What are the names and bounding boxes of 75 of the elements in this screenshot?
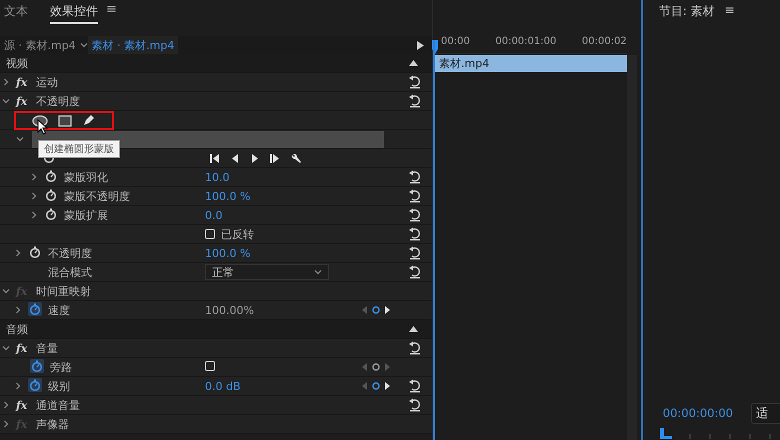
property-name: 蒙版羽化 (64, 170, 108, 184)
rectangle-mask-icon[interactable] (58, 114, 72, 126)
panel-menu-icon[interactable]: ≡ (106, 0, 117, 17)
fx-badge[interactable]: fx (16, 342, 30, 354)
keyframe-dot-icon[interactable] (372, 382, 380, 390)
track-backward-icon[interactable] (210, 154, 221, 162)
play-icon[interactable] (417, 40, 424, 50)
reset-icon[interactable] (408, 265, 422, 279)
reset-icon[interactable] (408, 398, 422, 412)
effect-name: 时间重映射 (36, 284, 91, 298)
reset-icon[interactable] (408, 94, 422, 108)
time-label: 00:00:02 (582, 36, 627, 49)
clip-bar[interactable]: 素材.mp4 (435, 55, 627, 72)
collapse-icon[interactable] (409, 326, 418, 332)
reset-icon[interactable] (408, 208, 422, 222)
clip-tab[interactable]: 素材 · 素材.mp4 (88, 36, 178, 54)
next-keyframe-icon[interactable] (385, 306, 390, 314)
reset-icon[interactable] (408, 341, 422, 355)
checkbox[interactable] (205, 360, 215, 370)
next-keyframe-icon[interactable] (385, 382, 390, 390)
property-value[interactable]: 100.00% (205, 304, 355, 316)
keyframe-dot-icon[interactable] (372, 363, 380, 371)
pen-icon[interactable] (82, 114, 95, 127)
reset-icon[interactable] (408, 170, 422, 184)
reset-icon[interactable] (408, 189, 422, 203)
track-back-icon[interactable] (230, 154, 241, 162)
track-forward-all-icon[interactable] (270, 154, 281, 162)
tooltip: 创建椭圆形蒙版 (38, 140, 120, 158)
collapse-icon[interactable] (409, 60, 418, 66)
property-name: 不透明度 (48, 246, 92, 260)
reset-icon[interactable] (408, 246, 422, 260)
reset-icon[interactable] (408, 75, 422, 89)
property-name: 蒙版不透明度 (64, 188, 130, 204)
panel-tab[interactable]: 效果控件 (50, 0, 98, 24)
time-label: 00:00 (441, 36, 470, 49)
wrench-icon[interactable] (290, 154, 301, 162)
property-value[interactable]: 0.0 (205, 208, 355, 222)
property-name: 蒙版扩展 (64, 208, 108, 222)
property-value[interactable]: 100.0 % (205, 246, 355, 260)
stopwatch-icon[interactable] (28, 378, 42, 394)
scrollbar[interactable] (626, 55, 637, 440)
timecode[interactable]: 00:00:00:00 (662, 406, 733, 420)
fx-badge[interactable]: fx (16, 94, 30, 108)
blend-mode-dropdown[interactable]: 正常 (205, 264, 329, 280)
stopwatch-icon[interactable] (30, 358, 44, 376)
clip-tab[interactable]: 源 · 素材.mp4 (0, 36, 80, 54)
effect-name: 运动 (36, 74, 58, 90)
effect-name: 音量 (36, 340, 58, 356)
panel-title: 节目: 素材 (658, 3, 715, 20)
property-value[interactable]: 100.0 % (205, 190, 355, 202)
property-name: 旁路 (50, 360, 72, 374)
time-label: 00:00:01:00 (495, 36, 556, 49)
section-header: 视频 (6, 56, 28, 70)
fit-dropdown[interactable]: 适 (750, 402, 780, 424)
effect-name: 声像器 (36, 416, 69, 432)
keyframe-dot-icon[interactable] (372, 306, 380, 314)
effect-name: 通道音量 (36, 398, 80, 412)
property-name: 混合模式 (48, 264, 92, 280)
section-header: 音频 (6, 322, 28, 336)
checkbox[interactable] (205, 229, 215, 239)
reset-icon[interactable] (408, 379, 422, 393)
reset-icon[interactable] (408, 227, 422, 241)
property-value[interactable]: 0.0 dB (205, 380, 355, 392)
dropdown-caret-icon (314, 268, 322, 276)
checkbox-label: 已反转 (221, 226, 254, 242)
fx-badge[interactable]: fx (16, 398, 30, 412)
cursor-icon (37, 119, 48, 135)
property-name: 速度 (48, 302, 70, 318)
property-value[interactable]: 10.0 (205, 170, 355, 184)
effect-name: 不透明度 (36, 94, 80, 108)
property-name: 级别 (48, 378, 70, 394)
fx-badge[interactable]: fx (16, 76, 30, 88)
stopwatch-icon[interactable] (28, 302, 42, 318)
panel-tab[interactable]: 文本 (4, 0, 28, 24)
panel-menu-icon[interactable]: ≡ (724, 3, 735, 20)
